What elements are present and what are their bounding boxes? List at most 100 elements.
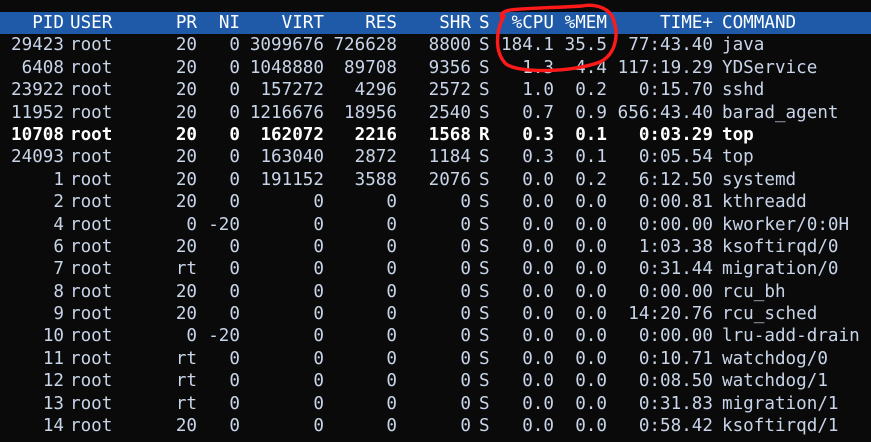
process-row[interactable]: 6408 root 20 0 1048880 89708 9356 S 1.3 4.4 117:19…: [0, 57, 871, 79]
cell-virt: 0: [313, 259, 324, 280]
cell-ni: 0: [229, 259, 240, 280]
col-header-command[interactable]: COMMAND: [722, 12, 871, 34]
cell-cpu: 0.0: [522, 371, 554, 392]
col-header-mem[interactable]: %MEM: [554, 12, 607, 34]
process-row[interactable]: 8 root 20 0 0 0 0 S 0.0 0.0 0:00.00 rcu_bh: [0, 281, 871, 303]
cell-user: root: [70, 214, 113, 235]
cell-shr: 0: [460, 259, 471, 280]
cell-shr: 2540: [428, 102, 471, 123]
cell-pid: 29423: [11, 35, 64, 56]
process-row[interactable]: 10708 root 20 0 162072 2216 1568 R 0.3 0.1 0:03.29…: [0, 124, 871, 146]
cell-shr: 8800: [428, 35, 471, 56]
cell-shr: 0: [460, 371, 471, 392]
cell-virt: 1048880: [249, 57, 324, 78]
cell-pr: 20: [175, 147, 197, 168]
cell-command: barad_agent: [722, 102, 839, 123]
col-header-shr[interactable]: SHR: [397, 12, 471, 34]
cell-cpu: 0.0: [522, 416, 554, 437]
cell-pid: 8: [53, 281, 64, 302]
process-row[interactable]: 24093 root 20 0 163040 2872 1184 S 0.3 0.1 0:05.54…: [0, 146, 871, 168]
cell-command: kworker/0:0H: [722, 214, 850, 235]
cell-time: 14:20.76: [628, 304, 713, 325]
process-row[interactable]: 12 root rt 0 0 0 0 S 0.0 0.0 0:08.50 watchdog/1: [0, 370, 871, 392]
cell-ni: 0: [229, 348, 240, 369]
cell-command: kthreadd: [722, 192, 807, 213]
process-row[interactable]: 13 root rt 0 0 0 0 S 0.0 0.0 0:31.83 migration/1: [0, 393, 871, 415]
cell-time: 0:15.70: [638, 80, 713, 101]
cell-pr: 20: [175, 57, 197, 78]
process-row[interactable]: 2 root 20 0 0 0 0 S 0.0 0.0 0:00.81 kthreadd: [0, 191, 871, 213]
col-header-user[interactable]: USER: [70, 12, 130, 34]
cell-state: S: [479, 35, 490, 56]
cell-shr: 2572: [428, 80, 471, 101]
cell-virt: 163040: [260, 147, 324, 168]
cell-ni: 0: [229, 236, 240, 257]
cell-user: root: [70, 393, 113, 414]
cell-shr: 0: [460, 393, 471, 414]
cell-res: 3588: [354, 169, 397, 190]
cell-pr: rt: [175, 259, 197, 280]
process-row[interactable]: 11952 root 20 0 1216676 18956 2540 S 0.7 0.9 656:4…: [0, 102, 871, 124]
cell-time: 0:31.44: [638, 259, 713, 280]
process-row[interactable]: 14 root 20 0 0 0 0 S 0.0 0.0 0:58.42 ksoftirqd/1: [0, 415, 871, 437]
cell-user: root: [70, 371, 113, 392]
cell-pr: 20: [175, 416, 197, 437]
process-row[interactable]: 29423 root 20 0 3099676 726628 8800 S 184.1 35.5 7…: [0, 34, 871, 56]
cell-cpu: 0.0: [522, 304, 554, 325]
col-header-state[interactable]: S: [479, 12, 493, 34]
cell-mem: 0.1: [575, 124, 607, 145]
cell-ni: 0: [229, 124, 240, 145]
cell-state: S: [479, 348, 490, 369]
cell-pr: rt: [175, 348, 197, 369]
cell-res: 0: [386, 304, 397, 325]
cell-state: R: [479, 124, 490, 145]
col-header-time[interactable]: TIME+: [607, 12, 713, 34]
cell-user: root: [70, 147, 113, 168]
process-row[interactable]: 23922 root 20 0 157272 4296 2572 S 1.0 0.2 0:15.70…: [0, 79, 871, 101]
process-row[interactable]: 1 root 20 0 191152 3588 2076 S 0.0 0.2 6:12.50 syst…: [0, 169, 871, 191]
cell-res: 726628: [333, 35, 397, 56]
cell-user: root: [70, 57, 113, 78]
cell-mem: 0.9: [575, 102, 607, 123]
cell-state: S: [479, 80, 490, 101]
cell-pid: 11: [42, 348, 64, 369]
col-header-res[interactable]: RES: [324, 12, 397, 34]
process-row[interactable]: 11 root rt 0 0 0 0 S 0.0 0.0 0:10.71 watchdog/0: [0, 348, 871, 370]
cell-pid: 1: [53, 169, 64, 190]
process-row[interactable]: 7 root rt 0 0 0 0 S 0.0 0.0 0:31.44 migration/0: [0, 258, 871, 280]
cell-ni: 0: [229, 102, 240, 123]
cell-virt: 1216676: [249, 102, 324, 123]
cell-virt: 0: [313, 304, 324, 325]
cell-pid: 10: [42, 326, 64, 347]
cell-time: 77:43.40: [628, 35, 713, 56]
cell-pid: 6408: [21, 57, 64, 78]
process-row[interactable]: 4 root 0 -20 0 0 0 S 0.0 0.0 0:00.00 kworker/0:0H: [0, 214, 871, 236]
cell-shr: 0: [460, 348, 471, 369]
cell-ni: 0: [229, 80, 240, 101]
cell-user: root: [70, 236, 113, 257]
cell-state: S: [479, 326, 490, 347]
col-header-pr[interactable]: PR: [150, 12, 197, 34]
cell-state: S: [479, 147, 490, 168]
col-header-ni[interactable]: NI: [197, 12, 240, 34]
cell-res: 18956: [344, 102, 397, 123]
cell-pr: 0: [186, 214, 197, 235]
process-row[interactable]: 6 root 20 0 0 0 0 S 0.0 0.0 1:03.38 ksoftirqd/0: [0, 236, 871, 258]
cell-res: 0: [386, 236, 397, 257]
col-header-pid[interactable]: PID: [0, 12, 64, 34]
cell-state: S: [479, 102, 490, 123]
col-header-virt[interactable]: VIRT: [240, 12, 324, 34]
process-row[interactable]: 10 root 0 -20 0 0 0 S 0.0 0.0 0:00.00 lru-add-drain: [0, 325, 871, 347]
cell-time: 0:00.00: [638, 326, 713, 347]
cell-state: S: [479, 57, 490, 78]
cell-cpu: 1.0: [522, 80, 554, 101]
cell-pr: 20: [175, 102, 197, 123]
process-row[interactable]: 9 root 20 0 0 0 0 S 0.0 0.0 14:20.76 rcu_sched: [0, 303, 871, 325]
col-header-cpu[interactable]: %CPU: [493, 12, 554, 34]
cell-pr: 20: [175, 124, 197, 145]
cell-command: YDService: [722, 57, 818, 78]
cell-mem: 0.0: [575, 192, 607, 213]
cell-res: 0: [386, 326, 397, 347]
cell-state: S: [479, 236, 490, 257]
cell-cpu: 0.0: [522, 259, 554, 280]
